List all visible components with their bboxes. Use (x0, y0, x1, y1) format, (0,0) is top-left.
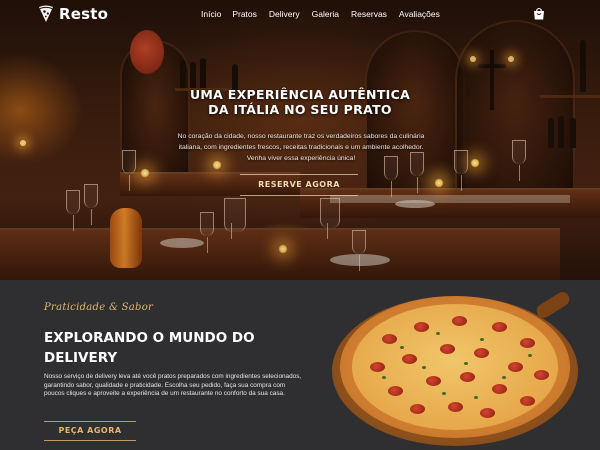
pepperoni (492, 384, 507, 394)
pepperoni (426, 376, 441, 386)
section-description: Nosso serviço de delivery leva até você … (44, 373, 302, 398)
brand-name: Resto (59, 5, 109, 23)
pepperoni (520, 396, 535, 406)
brand-logo[interactable]: Resto (38, 5, 108, 23)
pizza-cheese (352, 304, 558, 430)
pepperoni (520, 338, 535, 348)
nav-link-avaliacoes[interactable]: Avaliações (399, 9, 440, 19)
pepperoni (460, 372, 475, 382)
basil-leaf (442, 392, 446, 395)
pepperoni (534, 370, 549, 380)
basil-leaf (528, 354, 532, 357)
shopping-bag-icon[interactable] (533, 7, 545, 20)
nav-link-reservas[interactable]: Reservas (351, 9, 387, 19)
pepperoni (414, 322, 429, 332)
basil-leaf (400, 346, 404, 349)
section-tagline: Praticidade & Sabor (44, 302, 154, 313)
basil-leaf (480, 338, 484, 341)
pepperoni (402, 354, 417, 364)
pepperoni (370, 362, 385, 372)
top-navbar: Resto Início Pratos Delivery Galeria Res… (0, 0, 600, 30)
hero-title-line: da Itália no seu prato (208, 102, 392, 117)
pizza-image (330, 289, 580, 450)
hero-section: Resto Início Pratos Delivery Galeria Res… (0, 0, 600, 280)
pepperoni (492, 322, 507, 332)
nav-link-delivery[interactable]: Delivery (269, 9, 300, 19)
hero-title: Uma experiência autêntica da Itália no s… (130, 87, 470, 117)
pepperoni (440, 344, 455, 354)
nav-link-inicio[interactable]: Início (201, 9, 221, 19)
pepperoni (388, 386, 403, 396)
basil-leaf (382, 376, 386, 379)
order-now-button[interactable]: Peça agora (44, 421, 136, 441)
nav-link-galeria[interactable]: Galeria (312, 9, 339, 19)
pizza-slice-icon (39, 5, 53, 22)
basil-leaf (464, 362, 468, 365)
basil-leaf (436, 332, 440, 335)
hero-title-line: Uma experiência autêntica (189, 87, 411, 102)
nav-links: Início Pratos Delivery Galeria Reservas … (201, 9, 452, 19)
section-title: Explorando o mundo do delivery (44, 330, 255, 366)
pepperoni (448, 402, 463, 412)
basil-leaf (502, 376, 506, 379)
pepperoni (452, 316, 467, 326)
pepperoni (480, 408, 495, 418)
basil-leaf (422, 366, 426, 369)
pepperoni (474, 348, 489, 358)
reserve-now-button[interactable]: Reserve agora (240, 174, 358, 196)
pepperoni (508, 362, 523, 372)
nav-link-pratos[interactable]: Pratos (232, 9, 257, 19)
pepperoni (410, 404, 425, 414)
pepperoni (382, 334, 397, 344)
basil-leaf (474, 396, 478, 399)
hero-subtitle: No coração da cidade, nosso restaurante … (177, 133, 425, 162)
